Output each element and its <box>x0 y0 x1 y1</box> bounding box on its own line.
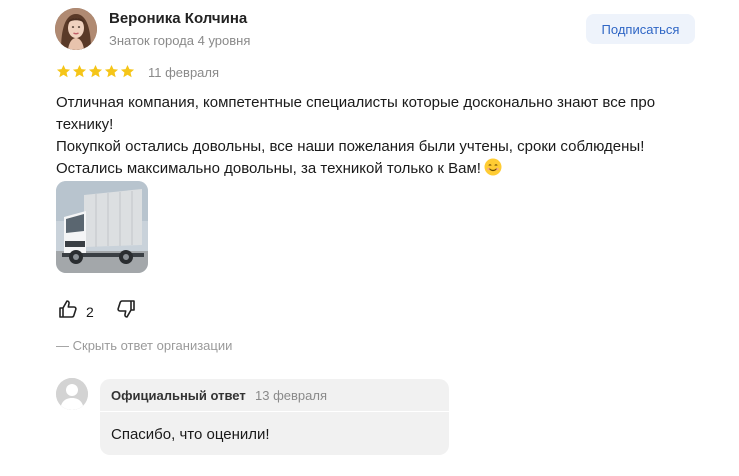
subscribe-button[interactable]: Подписаться <box>586 14 695 44</box>
like-count: 2 <box>86 303 94 320</box>
org-reply-box: Официальный ответ 13 февраля Спасибо, чт… <box>100 379 449 455</box>
dislike-button[interactable] <box>116 299 136 324</box>
smiling-face-icon <box>484 158 502 176</box>
author-name[interactable]: Вероника Колчина <box>109 10 247 27</box>
hide-org-reply-link[interactable]: — Скрыть ответ организации <box>56 338 232 353</box>
star-icon <box>120 64 135 78</box>
author-avatar[interactable] <box>55 8 97 50</box>
default-user-icon <box>56 378 88 410</box>
review-line: Покупкой остались довольны, все наши пож… <box>56 138 645 155</box>
star-icon <box>72 64 87 78</box>
thumbs-down-icon <box>116 300 136 323</box>
star-icon <box>104 64 119 78</box>
review-line: Остались максимально довольны, за техник… <box>56 158 716 180</box>
rating-stars <box>56 64 135 79</box>
official-reply-label: Официальный ответ <box>111 388 246 403</box>
review-date: 11 февраля <box>148 65 220 80</box>
official-reply-text: Спасибо, что оценили! <box>111 426 270 443</box>
like-button[interactable]: 2 <box>58 299 94 324</box>
review-text: Отличная компания, компетентные специали… <box>56 92 716 180</box>
star-icon <box>88 64 103 78</box>
org-avatar <box>56 378 88 410</box>
truck-photo-icon <box>56 181 148 273</box>
reply-divider <box>100 411 449 412</box>
author-level: Знаток города 4 уровня <box>109 33 251 48</box>
star-icon <box>56 64 71 78</box>
review-line: Отличная компания, компетентные специали… <box>56 94 656 133</box>
review-line-text: Остались максимально довольны, за техник… <box>56 160 481 177</box>
review-photo[interactable] <box>56 181 148 273</box>
thumbs-up-icon <box>58 299 78 324</box>
official-reply-date: 13 февраля <box>255 388 327 403</box>
